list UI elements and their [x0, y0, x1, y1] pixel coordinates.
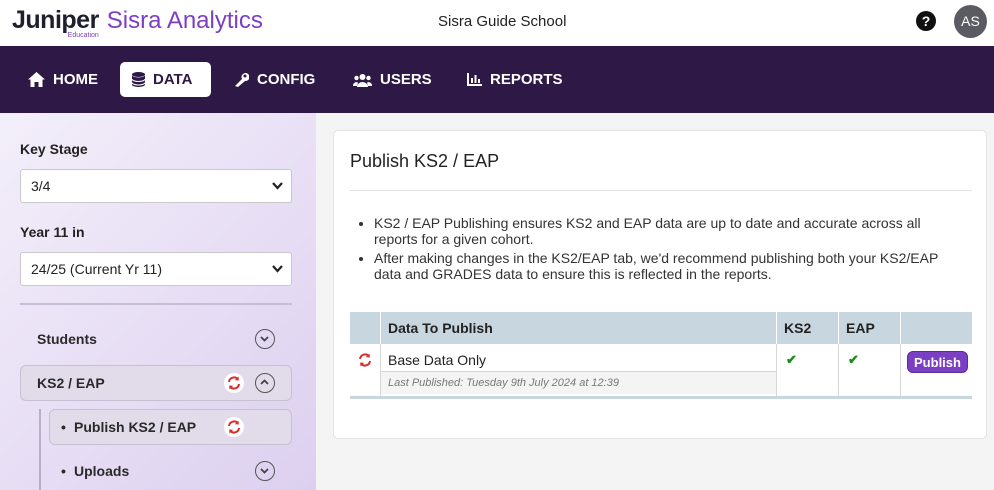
info-item: KS2 / EAP Publishing ensures KS2 and EAP… [374, 215, 968, 247]
bullet: • [61, 463, 66, 479]
last-published: Last Published: Tuesday 9th July 2024 at… [388, 377, 619, 389]
title-divider [350, 190, 972, 191]
home-icon [28, 72, 45, 87]
sidebar-divider [20, 303, 292, 305]
table-header-ks2: KS2 [776, 312, 838, 344]
table-header-eap: EAP [838, 312, 900, 344]
refresh-icon[interactable] [355, 350, 375, 375]
avatar[interactable]: AS [954, 5, 987, 38]
brand-name-text: Juniper [12, 6, 99, 34]
year-value: 24/25 (Current Yr 11) [31, 261, 162, 277]
sidebar-item-students[interactable]: Students [37, 331, 97, 347]
main-nav: HOME DATA CONFIG USERS REPORTS [0, 46, 994, 113]
sidebar: Key Stage 3/4 Year 11 in 24/25 (Current … [0, 113, 316, 490]
info-list: KS2 / EAP Publishing ensures KS2 and EAP… [358, 215, 968, 285]
table-header-data: Data To Publish [380, 312, 776, 344]
chart-icon [467, 73, 482, 86]
eap-check-icon: ✔ [848, 352, 859, 367]
database-icon [132, 72, 145, 87]
nav-data[interactable]: DATA [120, 62, 211, 97]
product-name: Sisra Analytics [106, 7, 263, 34]
table-header-icon-col [350, 312, 380, 344]
table-bottom-border [350, 396, 972, 399]
nav-config-label: CONFIG [257, 71, 316, 88]
key-stage-select[interactable]: 3/4 [20, 169, 292, 203]
help-icon[interactable]: ? [916, 11, 936, 31]
nav-config[interactable]: CONFIG [222, 62, 327, 97]
key-stage-value: 3/4 [31, 178, 51, 194]
sidebar-item-uploads[interactable]: Uploads [74, 463, 129, 479]
publish-card: Publish KS2 / EAP KS2 / EAP Publishing e… [333, 130, 987, 439]
chevron-down-icon [272, 265, 283, 273]
info-item: After making changes in the KS2/EAP tab,… [374, 250, 968, 282]
ks2-check-icon: ✔ [786, 352, 797, 367]
sidebar-item-ks2-eap[interactable]: KS2 / EAP [20, 365, 292, 401]
row-data-name: Base Data Only [388, 352, 487, 368]
chevron-down-icon[interactable] [255, 461, 275, 481]
nav-reports[interactable]: REPORTS [455, 62, 575, 97]
tree-line [39, 409, 41, 490]
wrench-icon [235, 73, 249, 87]
refresh-icon[interactable] [224, 417, 244, 437]
publish-button[interactable]: Publish [907, 351, 968, 373]
top-header: Juniper Education Sisra Analytics Sisra … [0, 0, 994, 46]
nav-data-label: DATA [153, 71, 193, 88]
brand-sub: Education [67, 32, 99, 39]
nav-home[interactable]: HOME [16, 62, 110, 97]
table-header-action [900, 312, 972, 344]
year-label: Year 11 in [20, 224, 85, 240]
page-title: Publish KS2 / EAP [350, 151, 500, 171]
sidebar-item-publish-ks2-eap[interactable]: • Publish KS2 / EAP [49, 409, 292, 445]
key-stage-label: Key Stage [20, 141, 88, 157]
nav-reports-label: REPORTS [490, 71, 563, 88]
chevron-up-icon[interactable] [255, 373, 275, 393]
nav-users-label: USERS [380, 71, 432, 88]
bullet: • [61, 419, 66, 435]
sidebar-item-publish-label: Publish KS2 / EAP [74, 419, 197, 435]
brand-logo[interactable]: Juniper Education Sisra Analytics [12, 6, 263, 39]
brand-name: Juniper Education [12, 6, 99, 39]
users-icon [353, 73, 372, 87]
chevron-down-icon[interactable] [255, 329, 275, 349]
nav-home-label: HOME [53, 71, 98, 88]
refresh-icon[interactable] [224, 373, 244, 393]
school-name: Sisra Guide School [438, 13, 567, 30]
nav-users[interactable]: USERS [341, 62, 444, 97]
sidebar-item-ks2-eap-label: KS2 / EAP [37, 375, 105, 391]
year-select[interactable]: 24/25 (Current Yr 11) [20, 252, 292, 286]
chevron-down-icon [272, 182, 283, 190]
